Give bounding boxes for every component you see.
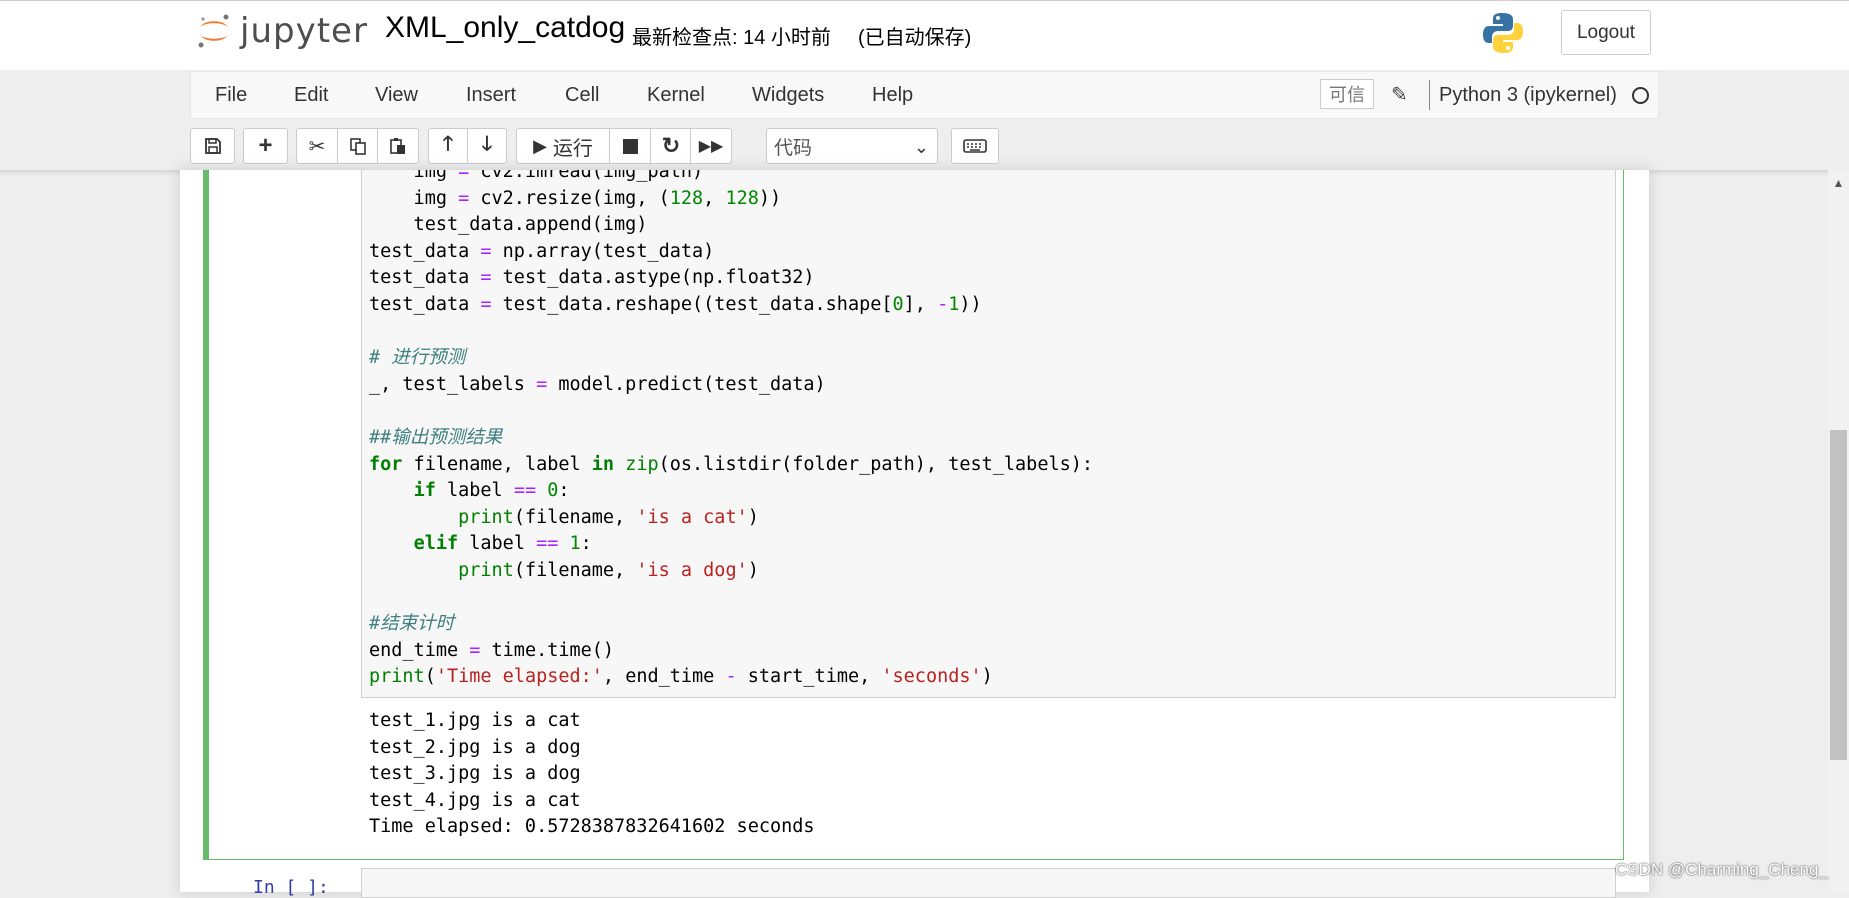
jupyter-logo-icon [196,13,232,49]
menubar: File Edit View Insert Cell Kernel Widget… [190,71,1659,119]
edit-mode-pencil-icon: ✎ [1391,84,1408,106]
code-line[interactable]: test_data = test_data.astype(np.float32) [369,267,815,288]
save-icon [204,138,221,154]
jupyter-logo-text: jupyter [240,11,368,51]
scissors-icon: ✂ [308,135,326,158]
cell-type-value: 代码 [774,137,813,159]
run-label: 运行 [552,137,593,160]
code-line[interactable]: #结束计时 [369,613,454,634]
play-icon: ▶ [533,135,547,156]
plus-icon: + [258,132,273,159]
move-down-button[interactable]: 🡓 [467,128,507,164]
keyboard-icon [963,139,987,153]
code-line[interactable]: if label == 0: [369,480,570,501]
interrupt-button[interactable] [609,128,651,164]
notebook-name[interactable]: XML_only_catdog [385,11,625,45]
save-button[interactable] [190,128,235,164]
code-line[interactable]: for filename, label in zip(os.listdir(fo… [369,454,1093,475]
toolbar: + ✂ 🡑 🡓 ▶ 运行 ↻ ▶▶ 代码 ⌄ [190,124,1659,168]
restart-button[interactable]: ↻ [650,128,692,164]
menu-view[interactable]: View [375,84,418,107]
insert-cell-button[interactable]: + [243,128,288,164]
python-logo-icon [1480,10,1526,56]
code-line[interactable]: print(filename, 'is a dog') [369,560,759,581]
trusted-indicator[interactable]: 可信 [1320,79,1374,109]
scrollbar-thumb[interactable] [1830,430,1847,760]
chevron-down-icon: ⌄ [913,137,929,157]
code-line[interactable]: ##输出预测结果 [369,427,502,448]
kernel-name[interactable]: Python 3 (ipykernel) [1439,84,1617,107]
output-line: test_3.jpg is a dog [369,763,581,785]
output-line: test_4.jpg is a cat [369,789,581,811]
code-editor[interactable]: img = cv2.imread(img_path) img = cv2.res… [361,170,1616,698]
jupyter-logo[interactable]: jupyter [196,9,368,53]
menu-edit[interactable]: Edit [294,84,328,107]
checkpoint-status: 最新检查点: 14 小时前 [632,27,831,49]
code-line[interactable]: img = cv2.imread(img_path) [369,170,704,182]
output-line: Time elapsed: 0.5728387832641602 seconds [369,816,815,838]
autosave-status: (已自动保存) [858,27,972,49]
code-line[interactable]: test_data = np.array(test_data) [369,241,714,262]
cell-selection-bar [203,170,209,860]
menu-widgets[interactable]: Widgets [752,84,824,107]
next-cell-prompt: In [ ]: [253,877,329,898]
code-line[interactable]: elif label == 1: [369,533,592,554]
paste-cells-button[interactable] [377,128,419,164]
copy-icon [349,138,366,155]
code-line[interactable]: _, test_labels = model.predict(test_data… [369,374,826,395]
watermark: CSDN @Charming_Cheng_ [1615,860,1828,879]
cell-type-select[interactable]: 代码 ⌄ [766,128,938,164]
code-line[interactable]: end_time = time.time() [369,640,614,661]
kernel-separator [1429,80,1430,110]
code-line[interactable]: # 进行预测 [369,347,465,368]
output-line: test_1.jpg is a cat [369,710,581,731]
stop-icon [622,138,638,154]
output-line: test_2.jpg is a dog [369,736,581,758]
menu-file[interactable]: File [215,84,247,107]
cut-cells-button[interactable]: ✂ [296,128,338,164]
code-line[interactable]: img = cv2.resize(img, (128, 128)) [369,188,782,209]
copy-cells-button[interactable] [337,128,378,164]
move-up-button[interactable]: 🡑 [428,128,468,164]
menu-cell[interactable]: Cell [565,84,599,107]
arrow-down-icon: 🡓 [481,133,493,155]
run-button[interactable]: ▶ 运行 [516,128,610,164]
kernel-idle-indicator-icon [1632,87,1649,104]
header: jupyter XML_only_catdog 最新检查点: 14 小时前 (已… [0,0,1849,70]
code-line[interactable]: test_data.append(img) [369,214,648,235]
cell-output: test_1.jpg is a cat test_2.jpg is a dog … [369,708,815,841]
menu-insert[interactable]: Insert [466,84,516,107]
code-line[interactable]: print('Time elapsed:', end_time - start_… [369,666,993,687]
menu-kernel[interactable]: Kernel [647,84,705,107]
code-line[interactable]: print(filename, 'is a cat') [369,507,759,528]
command-palette-button[interactable] [951,128,999,164]
paste-icon [390,138,405,154]
fast-forward-icon: ▶▶ [698,138,724,155]
logout-button[interactable]: Logout [1561,10,1651,55]
restart-run-all-button[interactable]: ▶▶ [690,128,732,164]
scroll-up-arrow-icon[interactable]: ▲ [1828,176,1849,190]
arrow-up-icon: 🡑 [442,133,454,155]
refresh-icon: ↻ [661,133,681,158]
menu-help[interactable]: Help [872,84,913,107]
code-line[interactable]: test_data = test_data.reshape((test_data… [369,294,982,315]
next-cell-editor[interactable] [361,868,1616,898]
code-content[interactable]: img = cv2.imread(img_path) img = cv2.res… [369,170,1093,691]
